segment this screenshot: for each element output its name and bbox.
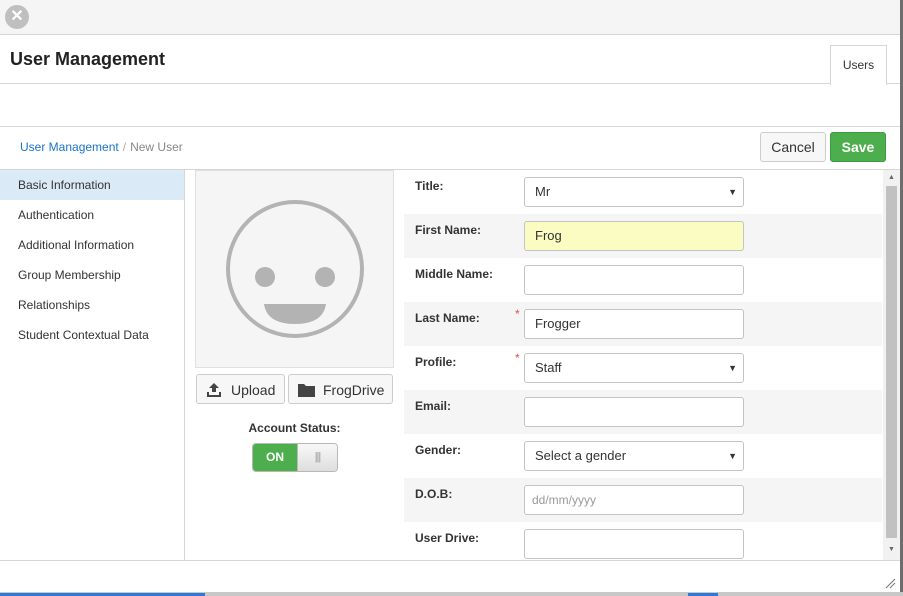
frogdrive-button[interactable]: FrogDrive — [288, 374, 393, 404]
resize-handle-icon[interactable] — [884, 577, 896, 589]
first-name-label: First Name: — [415, 223, 482, 237]
breadcrumb-current: New User — [130, 140, 183, 154]
avatar — [195, 170, 394, 368]
form-row-title: Title: Mr ▼ — [404, 170, 882, 214]
modal-footer — [0, 560, 900, 592]
dob-field[interactable]: dd/mm/yyyy — [524, 485, 744, 515]
upload-button[interactable]: Upload — [196, 374, 285, 404]
gender-select-value: Select a gender — [535, 448, 627, 463]
breadcrumb: User Management / New User — [20, 140, 183, 154]
modal-topbar: ✕ — [0, 0, 900, 35]
form-scrollbar[interactable]: ▲ ▼ — [883, 170, 900, 560]
save-button[interactable]: Save — [830, 132, 886, 162]
form-row-gender: Gender: Select a gender ▼ — [404, 434, 882, 478]
tab-users[interactable]: Users — [830, 45, 887, 85]
gender-select[interactable]: Select a gender ▼ — [524, 441, 744, 471]
toggle-on-label: ON — [253, 444, 297, 471]
nav-item-group-membership[interactable]: Group Membership — [0, 260, 184, 290]
folder-icon — [298, 384, 315, 397]
first-name-field[interactable]: Frog — [524, 221, 744, 251]
frogdrive-label: FrogDrive — [323, 382, 385, 398]
chevron-down-icon: ▼ — [728, 187, 737, 197]
email-field[interactable] — [524, 397, 744, 427]
form-row-email: Email: — [404, 390, 882, 434]
user-drive-label: User Drive: — [415, 531, 480, 545]
middle-name-field[interactable] — [524, 265, 744, 295]
gender-label: Gender: — [415, 443, 462, 457]
profile-select-value: Staff — [535, 360, 562, 375]
basic-information-form: Title: Mr ▼ First Name: Frog Middle Name:… — [404, 170, 882, 560]
breadcrumb-link-user-management[interactable]: User Management — [20, 140, 119, 154]
required-marker: * — [515, 351, 520, 365]
profile-select[interactable]: Staff ▼ — [524, 353, 744, 383]
modal-header: User Management Users — [0, 35, 900, 85]
form-row-last-name: Last Name: * Frogger — [404, 302, 882, 346]
nav-item-authentication[interactable]: Authentication — [0, 200, 184, 230]
chevron-down-icon: ▼ — [728, 363, 737, 373]
account-status-label: Account Status: — [248, 421, 341, 435]
upload-icon — [207, 383, 221, 397]
scroll-up-arrow-icon[interactable]: ▲ — [883, 174, 900, 181]
account-status-toggle[interactable]: ON ||| — [252, 443, 338, 472]
form-row-middle-name: Middle Name: — [404, 258, 882, 302]
middle-name-label: Middle Name: — [415, 267, 494, 281]
title-label: Title: — [415, 179, 444, 193]
nav-item-relationships[interactable]: Relationships — [0, 290, 184, 320]
close-icon[interactable]: ✕ — [5, 5, 29, 29]
scrollbar-thumb[interactable] — [886, 186, 897, 538]
page-title: User Management — [10, 49, 166, 69]
last-name-field[interactable]: Frogger — [524, 309, 744, 339]
nav-item-additional-information[interactable]: Additional Information — [0, 230, 184, 260]
breadcrumb-separator: / — [122, 140, 127, 154]
form-row-dob: D.O.B: dd/mm/yyyy — [404, 478, 882, 522]
form-row-profile: Profile: * Staff ▼ — [404, 346, 882, 390]
breadcrumb-bar: User Management / New User Cancel Save — [0, 127, 900, 170]
nav-item-basic-information[interactable]: Basic Information — [0, 170, 184, 200]
title-select[interactable]: Mr ▼ — [524, 177, 744, 207]
smiley-face-icon — [226, 200, 364, 338]
nav-item-student-contextual-data[interactable]: Student Contextual Data — [0, 320, 184, 350]
last-name-label: Last Name: — [415, 311, 480, 325]
chevron-down-icon: ▼ — [728, 451, 737, 461]
upload-label: Upload — [231, 382, 276, 398]
title-select-value: Mr — [535, 184, 551, 199]
toolbar-area — [0, 84, 900, 127]
required-marker: * — [515, 307, 520, 321]
profile-label: Profile: — [415, 355, 457, 369]
scroll-down-arrow-icon[interactable]: ▼ — [883, 546, 900, 553]
form-row-first-name: First Name: Frog — [404, 214, 882, 258]
section-nav: Basic Information Authentication Additio… — [0, 170, 185, 560]
email-label: Email: — [415, 399, 452, 413]
dob-label: D.O.B: — [415, 487, 453, 501]
form-row-user-drive: User Drive: — [404, 522, 882, 560]
window-frame-bottom — [0, 592, 903, 596]
user-drive-field[interactable] — [524, 529, 744, 559]
cancel-button[interactable]: Cancel — [760, 132, 826, 162]
toggle-handle[interactable]: ||| — [297, 444, 337, 471]
